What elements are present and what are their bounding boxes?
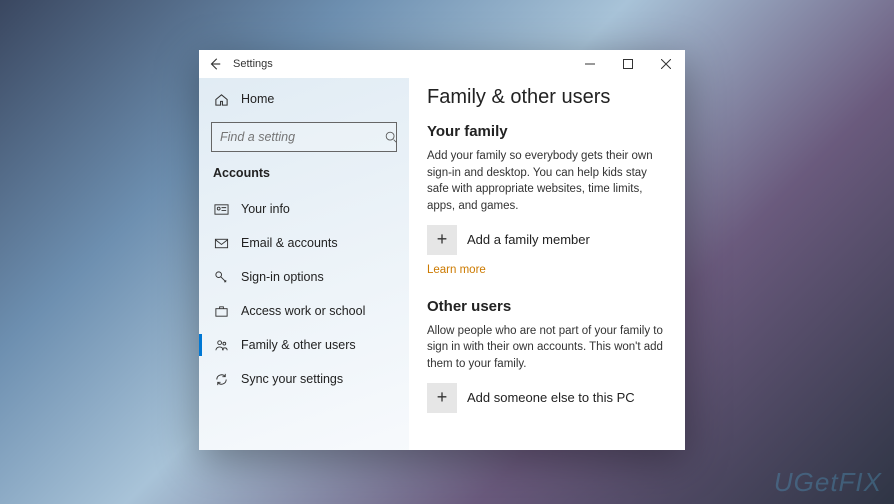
close-button[interactable]: [647, 50, 685, 78]
add-family-member-button[interactable]: + Add a family member: [427, 225, 667, 255]
page-heading: Family & other users: [427, 86, 667, 109]
arrow-left-icon: [207, 56, 223, 72]
nav-label: Your info: [241, 202, 290, 216]
plus-icon: +: [427, 383, 457, 413]
sidebar: Home Accounts Your info Email & accounts…: [199, 78, 409, 450]
plus-icon: +: [427, 225, 457, 255]
minimize-icon: [582, 56, 598, 72]
nav-label: Sign-in options: [241, 270, 324, 284]
window-title: Settings: [233, 58, 273, 70]
people-icon: [213, 337, 229, 353]
minimize-button[interactable]: [571, 50, 609, 78]
add-other-user-button[interactable]: + Add someone else to this PC: [427, 383, 667, 413]
window-body: Home Accounts Your info Email & accounts…: [199, 78, 685, 450]
back-button[interactable]: [199, 50, 231, 78]
nav-family-other-users[interactable]: Family & other users: [199, 328, 409, 362]
search-icon: [383, 129, 399, 145]
other-users-heading: Other users: [427, 298, 667, 315]
nav-label: Access work or school: [241, 304, 365, 318]
titlebar: Settings: [199, 50, 685, 78]
settings-window: Settings Home: [199, 50, 685, 450]
maximize-button[interactable]: [609, 50, 647, 78]
section-heading: Accounts: [199, 162, 409, 192]
family-description: Add your family so everybody gets their …: [427, 148, 667, 215]
content-pane: Family & other users Your family Add you…: [409, 78, 685, 450]
nav-label: Sync your settings: [241, 372, 343, 386]
mail-icon: [213, 235, 229, 251]
key-icon: [213, 269, 229, 285]
home-icon: [213, 91, 229, 107]
watermark: UGetFIX: [774, 467, 882, 498]
other-users-description: Allow people who are not part of your fa…: [427, 323, 667, 373]
add-other-label: Add someone else to this PC: [467, 390, 635, 405]
nav-your-info[interactable]: Your info: [199, 192, 409, 226]
family-heading: Your family: [427, 123, 667, 140]
briefcase-icon: [213, 303, 229, 319]
learn-more-link[interactable]: Learn more: [427, 264, 486, 276]
window-controls: [571, 50, 685, 78]
nav-signin-options[interactable]: Sign-in options: [199, 260, 409, 294]
nav-label: Family & other users: [241, 338, 356, 352]
id-card-icon: [213, 201, 229, 217]
search-input[interactable]: [220, 130, 383, 144]
home-nav[interactable]: Home: [199, 82, 409, 116]
close-icon: [658, 56, 674, 72]
nav-email-accounts[interactable]: Email & accounts: [199, 226, 409, 260]
add-family-label: Add a family member: [467, 232, 590, 247]
sync-icon: [213, 371, 229, 387]
nav-work-school[interactable]: Access work or school: [199, 294, 409, 328]
nav-sync-settings[interactable]: Sync your settings: [199, 362, 409, 396]
search-box[interactable]: [211, 122, 397, 152]
maximize-icon: [620, 56, 636, 72]
nav-label: Email & accounts: [241, 236, 338, 250]
home-label: Home: [241, 92, 274, 106]
